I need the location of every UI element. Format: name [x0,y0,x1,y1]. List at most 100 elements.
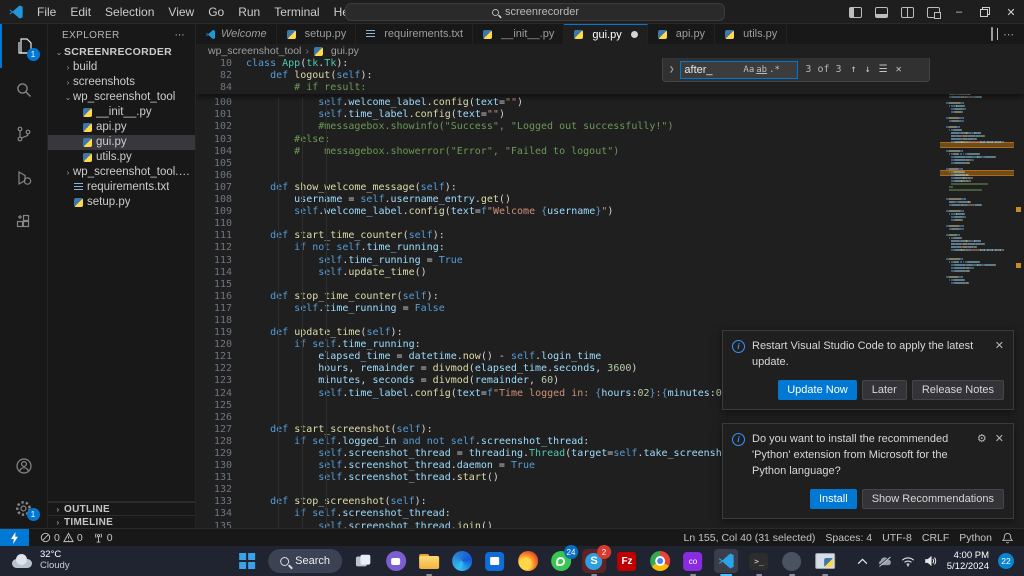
code-line-108[interactable]: 108 username = self.username_entry.get() [196,194,1024,206]
outline-panel[interactable]: ›OUTLINE [48,502,195,515]
overview-ruler[interactable] [1014,58,1024,528]
tree-item-wp_screenshot_tool.egg-info[interactable]: ›wp_screenshot_tool.egg-info [48,165,195,180]
tree-item-__init__.py[interactable]: __init__.py [48,105,195,120]
code-line-100[interactable]: 100 self.welcome_label.config(text="") [196,97,1024,109]
code-line-116[interactable]: 116 def stop_time_counter(self): [196,291,1024,303]
edge-browser-button[interactable] [450,549,474,573]
chat-button[interactable] [384,549,408,573]
code-line-104[interactable]: 104 # messagebox.showerror("Error", "Fai… [196,146,1024,158]
filezilla-button[interactable]: Fz [615,549,639,573]
firefox-button[interactable] [516,549,540,573]
regex-icon[interactable]: .* [768,65,781,75]
notification-count-badge[interactable]: 22 [998,553,1014,569]
chrome-button[interactable] [648,549,672,573]
search-sidebar-icon[interactable] [0,68,48,112]
sidebar-more-actions-icon[interactable]: ⋯ [175,30,185,41]
code-line-112[interactable]: 112 if not self.time_running: [196,242,1024,254]
menu-run[interactable]: Run [231,0,267,24]
tab-setup-py[interactable]: setup.py [277,24,357,44]
file-explorer-button[interactable] [417,549,441,573]
menu-terminal[interactable]: Terminal [267,0,326,24]
code-line-114[interactable]: 114 self.update_time() [196,267,1024,279]
update-now-button[interactable]: Update Now [778,380,857,400]
code-line-111[interactable]: 111 def start_time_counter(self): [196,230,1024,242]
terminal-button[interactable]: >_ [747,549,771,573]
tab-api-py[interactable]: api.py [648,24,715,44]
menu-file[interactable]: File [30,0,63,24]
code-line-109[interactable]: 109 self.welcome_label.config(text=f"Wel… [196,206,1024,218]
find-close-icon[interactable]: ✕ [894,64,904,75]
tree-item-screenshots[interactable]: ›screenshots [48,75,195,90]
ports-indicator[interactable]: 0 [88,529,118,547]
code-line-113[interactable]: 113 self.time_running = True [196,255,1024,267]
install-button[interactable]: Install [810,489,857,509]
tree-item-requirements.txt[interactable]: requirements.txt [48,180,195,195]
breadcrumb-file[interactable]: gui.py [331,45,359,57]
editor-more-actions-icon[interactable]: ⋯ [1003,28,1014,41]
code-line-105[interactable]: 105 [196,158,1024,170]
code-line-135[interactable]: 135 self.screenshot_thread.join() [196,521,1024,528]
whatsapp-button[interactable]: 24 [549,549,573,573]
code-line-84[interactable]: 84 # if result: [196,82,1024,94]
tab-welcome[interactable]: Welcome [196,24,277,44]
tab-requirements-txt[interactable]: requirements.txt [356,24,473,44]
run-debug-icon[interactable] [0,156,48,200]
vscode-taskbar-button[interactable] [714,549,738,573]
find-collapse-icon[interactable]: ❯ [667,65,676,75]
explorer-icon[interactable]: 1 [0,24,48,68]
weather-widget[interactable]: 32°C Cloudy [0,550,170,572]
indentation[interactable]: Spaces: 4 [820,529,877,547]
notifications-bell-icon[interactable] [997,529,1018,547]
later-button[interactable]: Later [862,380,907,400]
skype-button[interactable]: S 2 [582,549,606,573]
find-previous-icon[interactable]: ↑ [849,64,859,75]
breadcrumb-folder[interactable]: wp_screenshot_tool [208,45,301,57]
gimp-button[interactable] [780,549,804,573]
tree-item-api.py[interactable]: api.py [48,120,195,135]
find-next-icon[interactable]: ↓ [863,64,873,75]
code-line-118[interactable]: 118 [196,315,1024,327]
tree-item-setup.py[interactable]: setup.py [48,195,195,210]
wifi-icon[interactable] [901,556,915,567]
encoding[interactable]: UTF-8 [877,529,917,547]
menu-edit[interactable]: Edit [63,0,98,24]
tab-gui-py[interactable]: gui.py [564,24,647,44]
layout-sidebar-toggle[interactable] [842,0,868,24]
split-editor-icon[interactable] [991,28,993,40]
show-recommendations-button[interactable]: Show Recommendations [862,489,1004,509]
tree-item-build[interactable]: ›build [48,60,195,75]
project-root-screenrecorder[interactable]: ⌄SCREENRECORDER [48,45,195,60]
volume-icon[interactable] [924,555,938,567]
code-line-106[interactable]: 106 [196,170,1024,182]
settings-gear-icon[interactable]: 1 [0,488,48,528]
tree-item-wp_screenshot_tool[interactable]: ⌄wp_screenshot_tool [48,90,195,105]
code-line-117[interactable]: 117 self.time_running = False [196,303,1024,315]
breadcrumb[interactable]: wp_screenshot_tool › gui.py [196,44,1024,58]
tree-item-gui.py[interactable]: gui.py [48,135,195,150]
code-line-110[interactable]: 110 [196,218,1024,230]
menu-go[interactable]: Go [201,0,231,24]
release-notes-button[interactable]: Release Notes [912,380,1004,400]
task-view-button[interactable] [351,549,375,573]
code-line-102[interactable]: 102 #messagebox.showinfo("Success", "Log… [196,121,1024,133]
tray-clock[interactable]: 4:00 PM 5/12/2024 [947,550,989,573]
source-control-icon[interactable] [0,112,48,156]
match-case-icon[interactable]: Aa [742,65,755,75]
eol-sequence[interactable]: CRLF [917,529,954,547]
notification-settings-gear-icon[interactable]: ⚙ [977,432,987,445]
find-input[interactable] [684,64,742,76]
window-restore-button[interactable] [972,0,998,24]
microsoft-store-button[interactable] [483,549,507,573]
menu-selection[interactable]: Selection [98,0,161,24]
taskbar-search[interactable]: Search [268,549,342,573]
problems-indicator[interactable]: 0 0 [35,529,88,547]
code-line-103[interactable]: 103 #else: [196,134,1024,146]
extensions-icon[interactable] [0,200,48,244]
find-in-selection-icon[interactable]: ☰ [877,64,890,75]
notification-close-icon[interactable]: ✕ [995,339,1004,352]
remote-indicator[interactable] [0,529,29,547]
layout-panel-toggle[interactable] [868,0,894,24]
code-line-115[interactable]: 115 [196,279,1024,291]
layout-customize[interactable] [920,0,946,24]
onedrive-paused-icon[interactable] [877,556,892,567]
